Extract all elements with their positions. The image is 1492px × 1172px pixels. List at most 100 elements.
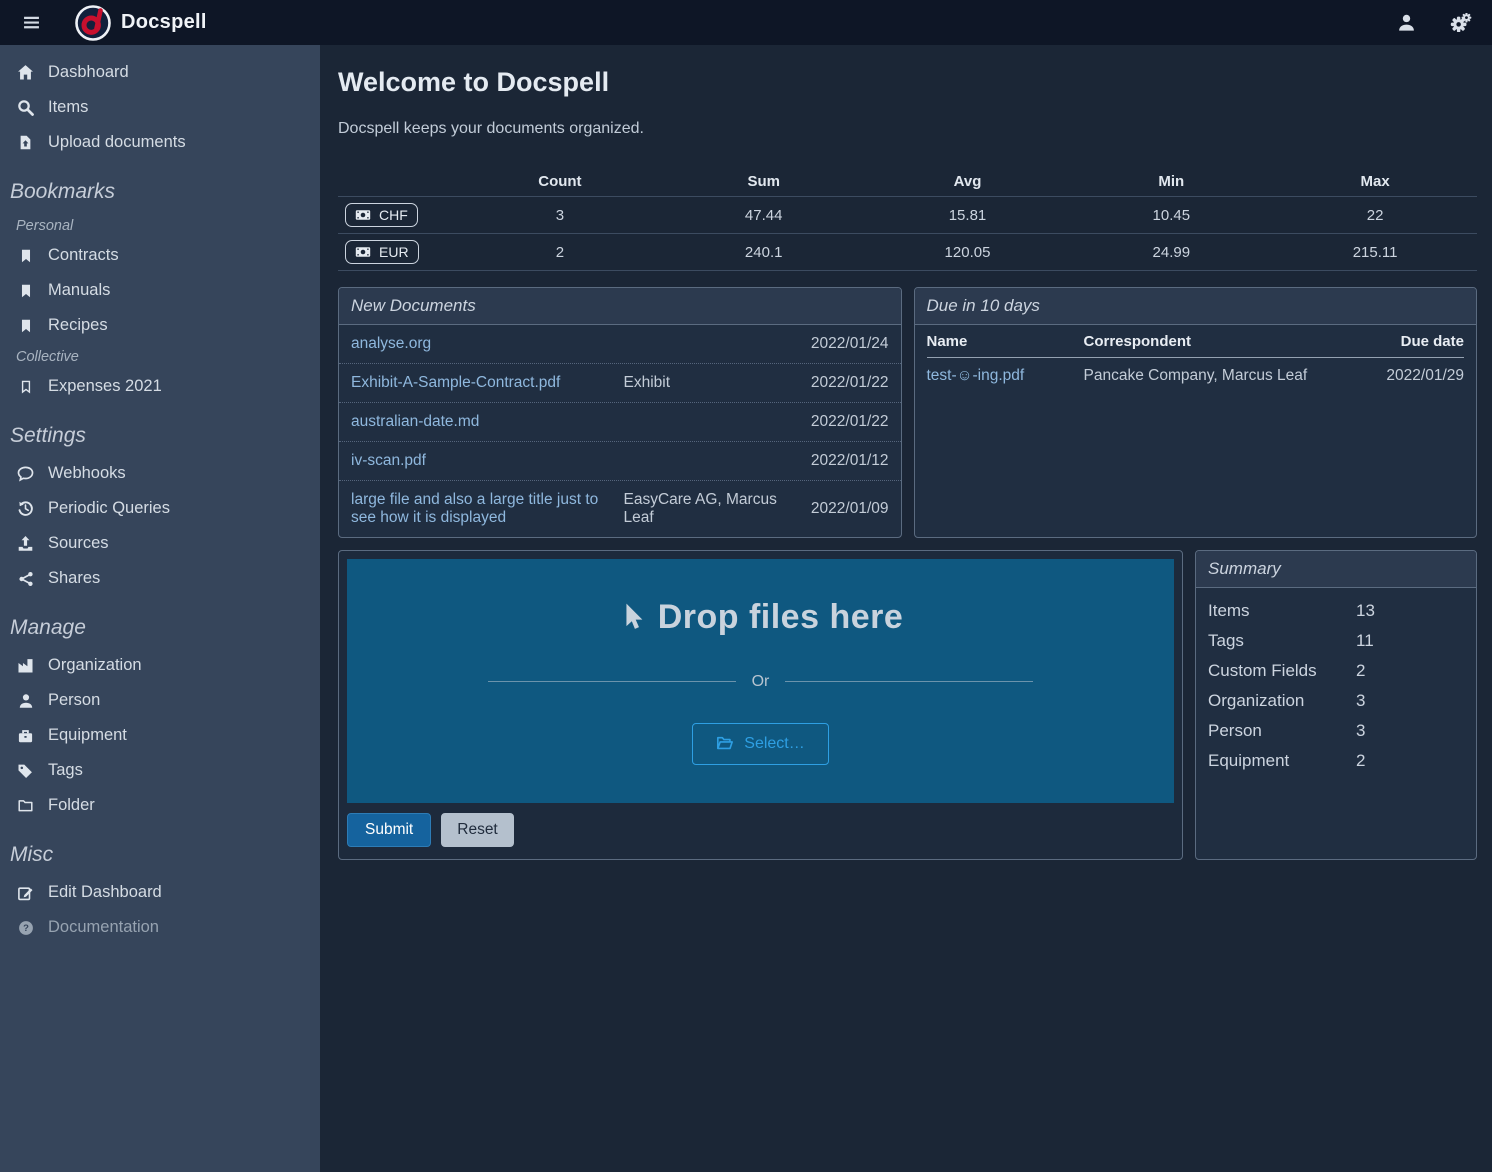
- bookmark-icon: [16, 283, 35, 299]
- sidebar-item-label: Shares: [48, 569, 100, 588]
- sidebar-item-sources[interactable]: Sources: [0, 526, 320, 561]
- summary-label: Person: [1208, 721, 1356, 741]
- sidebar-item-label: Periodic Queries: [48, 499, 170, 518]
- sidebar-item-label: Documentation: [48, 918, 159, 937]
- user-icon: [1397, 13, 1416, 32]
- sidebar-item-upload-documents[interactable]: Upload documents: [0, 125, 320, 160]
- menu-toggle-button[interactable]: [12, 8, 51, 37]
- edit-icon: [16, 885, 35, 901]
- reset-button[interactable]: Reset: [441, 813, 514, 847]
- summary-label: Items: [1208, 601, 1356, 621]
- document-date: 2022/01/22: [794, 413, 889, 431]
- stats-header: Sum: [662, 173, 866, 190]
- summary-label: Equipment: [1208, 751, 1356, 771]
- share-icon: [16, 571, 35, 587]
- upload-actions: Submit Reset: [347, 803, 1174, 851]
- document-correspondent: Exhibit: [624, 374, 784, 392]
- stats-header: Avg: [866, 173, 1070, 190]
- document-link[interactable]: test-☺-ing.pdf: [927, 367, 1072, 385]
- svg-text:?: ?: [23, 923, 29, 934]
- question-circle-icon: ?: [16, 920, 35, 936]
- document-link[interactable]: large file and also a large title just t…: [351, 491, 614, 527]
- document-date: 2022/01/24: [794, 335, 889, 353]
- document-link[interactable]: Exhibit-A-Sample-Contract.pdf: [351, 374, 614, 392]
- stats-value: 10.45: [1069, 207, 1273, 224]
- document-link[interactable]: iv-scan.pdf: [351, 452, 614, 470]
- sidebar-item-manuals[interactable]: Manuals: [0, 273, 320, 308]
- sidebar-item-label: Sources: [48, 534, 109, 553]
- document-row: Exhibit-A-Sample-Contract.pdf Exhibit 20…: [339, 364, 901, 403]
- stats-value: 215.11: [1273, 244, 1477, 261]
- sidebar-item-webhooks[interactable]: Webhooks: [0, 456, 320, 491]
- briefcase-icon: [16, 728, 35, 744]
- summary-row: Equipment 2: [1208, 746, 1464, 776]
- document-date: 2022/01/22: [794, 374, 889, 392]
- sidebar-item-equipment[interactable]: Equipment: [0, 718, 320, 753]
- summary-row: Person 3: [1208, 716, 1464, 746]
- sidebar-item-folder[interactable]: Folder: [0, 788, 320, 823]
- stats-value: 15.81: [866, 207, 1070, 224]
- summary-row: Custom Fields 2: [1208, 656, 1464, 686]
- page-title: Welcome to Docspell: [338, 67, 1477, 98]
- sidebar-item-periodic-queries[interactable]: Periodic Queries: [0, 491, 320, 526]
- stats-header: Count: [458, 173, 662, 190]
- settings-menu-button[interactable]: [1446, 9, 1476, 36]
- sidebar-section-misc: Misc: [0, 823, 320, 875]
- due-header: Due date: [1349, 333, 1464, 350]
- sidebar-item-label: Tags: [48, 761, 83, 780]
- sidebar-item-organization[interactable]: Organization: [0, 648, 320, 683]
- document-due-date: 2022/01/29: [1349, 367, 1464, 385]
- app-title: Docspell: [121, 11, 207, 34]
- due-panel: Due in 10 days Name Correspondent Due da…: [914, 287, 1478, 538]
- sidebar-item-label: Webhooks: [48, 464, 126, 483]
- sidebar-item-label: Expenses 2021: [48, 377, 162, 396]
- due-table: Name Correspondent Due date test-☺-ing.p…: [915, 325, 1477, 537]
- sidebar-item-documentation[interactable]: ? Documentation: [0, 910, 320, 945]
- brand[interactable]: Docspell: [75, 5, 207, 41]
- document-link[interactable]: australian-date.md: [351, 413, 614, 431]
- stats-header: Max: [1273, 173, 1477, 190]
- bookmarks-group-collective: Collective: [0, 343, 320, 369]
- document-correspondent: Pancake Company, Marcus Leaf: [1084, 367, 1338, 385]
- submit-button[interactable]: Submit: [347, 813, 431, 847]
- sidebar-item-recipes[interactable]: Recipes: [0, 308, 320, 343]
- sidebar-item-expenses-2021[interactable]: Expenses 2021: [0, 369, 320, 404]
- folder-open-icon: [716, 736, 734, 751]
- stats-value: 24.99: [1069, 244, 1273, 261]
- summary-value: 3: [1356, 691, 1464, 711]
- sidebar-item-person[interactable]: Person: [0, 683, 320, 718]
- stats-value: 22: [1273, 207, 1477, 224]
- sidebar-section-bookmarks: Bookmarks: [0, 160, 320, 212]
- select-files-button[interactable]: Select…: [692, 723, 828, 765]
- or-divider: Or: [488, 673, 1034, 691]
- document-link[interactable]: analyse.org: [351, 335, 614, 353]
- sidebar-item-dashboard[interactable]: Dasbhoard: [0, 55, 320, 90]
- app-root: Docspell: [0, 0, 1492, 1172]
- due-header: Name: [927, 333, 1072, 350]
- dropzone[interactable]: Drop files here Or Select…: [347, 559, 1174, 803]
- sidebar-item-label: Manuals: [48, 281, 110, 300]
- currency-badge: EUR: [345, 240, 419, 264]
- sidebar-item-contracts[interactable]: Contracts: [0, 238, 320, 273]
- sidebar-item-label: Folder: [48, 796, 95, 815]
- currency-label: EUR: [379, 244, 409, 260]
- sidebar-section-settings: Settings: [0, 404, 320, 456]
- sidebar-item-label: Edit Dashboard: [48, 883, 162, 902]
- sidebar-item-label: Equipment: [48, 726, 127, 745]
- sidebar-section-manage: Manage: [0, 596, 320, 648]
- summary-row: Tags 11: [1208, 626, 1464, 656]
- upload-card: Drop files here Or Select…: [338, 550, 1183, 860]
- history-icon: [16, 500, 35, 517]
- main-content: Welcome to Docspell Docspell keeps your …: [320, 45, 1492, 1172]
- user-menu-button[interactable]: [1393, 9, 1420, 36]
- sidebar-item-edit-dashboard[interactable]: Edit Dashboard: [0, 875, 320, 910]
- summary-value: 13: [1356, 601, 1464, 621]
- docspell-logo: [75, 5, 111, 41]
- stats-value: 240.1: [662, 244, 866, 261]
- document-row: large file and also a large title just t…: [339, 481, 901, 537]
- bookmark-outline-icon: [16, 379, 35, 395]
- sidebar-item-shares[interactable]: Shares: [0, 561, 320, 596]
- sidebar-item-items[interactable]: Items: [0, 90, 320, 125]
- sidebar-item-tags[interactable]: Tags: [0, 753, 320, 788]
- summary-label: Tags: [1208, 631, 1356, 651]
